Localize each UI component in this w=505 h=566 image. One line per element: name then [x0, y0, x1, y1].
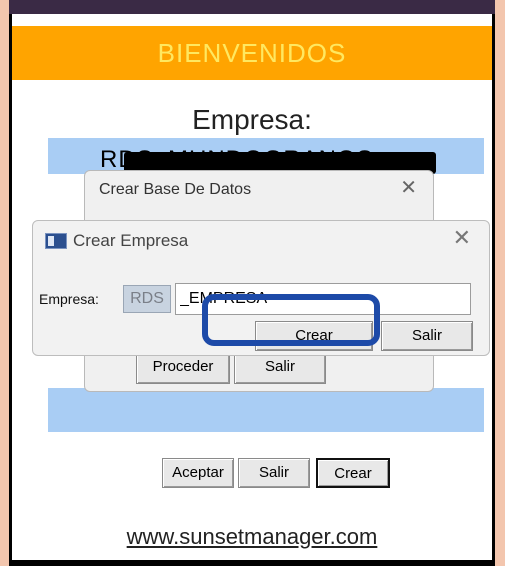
create-button[interactable]: Crear — [316, 458, 390, 488]
welcome-banner: BIENVENIDOS — [12, 26, 492, 80]
screenshot-frame: BIENVENIDOS Empresa: RDS_MUNDOGRANOS Ace… — [0, 0, 505, 566]
create-button-highlight — [202, 294, 380, 346]
right-margin — [495, 0, 505, 566]
create-company-title: Crear Empresa — [73, 231, 189, 250]
close-icon[interactable]: ✕ — [453, 225, 471, 251]
company-prefix: RDS — [123, 285, 171, 313]
company-field-label: Empresa: — [39, 291, 99, 307]
left-margin — [0, 0, 9, 566]
company-heading: Empresa: — [12, 104, 492, 136]
company-heading-text: Empresa: — [192, 104, 312, 135]
window-icon — [45, 233, 67, 249]
accept-button[interactable]: Aceptar — [162, 458, 234, 488]
status-band — [48, 388, 484, 432]
top-backdrop — [9, 0, 495, 14]
exit-button[interactable]: Salir — [238, 458, 310, 488]
website-link[interactable]: www.sunsetmanager.com — [12, 524, 492, 550]
company-exit-button[interactable]: Salir — [381, 321, 473, 351]
close-icon[interactable]: ✕ — [400, 175, 417, 200]
create-database-title: Crear Base De Datos — [99, 181, 252, 198]
